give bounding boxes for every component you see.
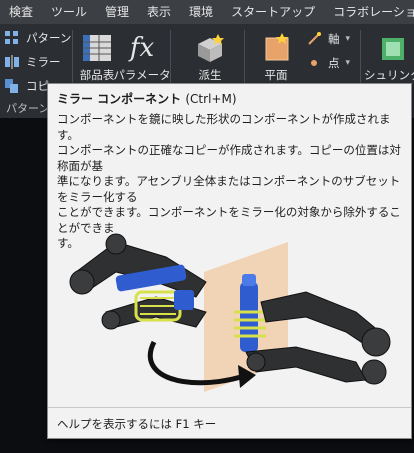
derive-button[interactable]: 派生 xyxy=(188,32,232,83)
mirrored-suspension xyxy=(234,274,391,385)
chevron-down-icon[interactable]: ▾ xyxy=(346,34,351,44)
menu-getstarted[interactable]: スタートアップ xyxy=(222,0,324,24)
tooltip-help-hint: ヘルプを表示するには F1 キー xyxy=(57,417,217,431)
pattern-button[interactable]: パターン xyxy=(4,27,71,49)
copy-icon xyxy=(5,79,18,93)
menu-collaborate[interactable]: コラボレーション xyxy=(324,0,414,24)
work-axis-icon xyxy=(308,32,321,45)
point-label: 点 xyxy=(328,56,340,70)
fx-icon: fx xyxy=(129,33,155,63)
menu-view[interactable]: 表示 xyxy=(138,0,180,24)
point-button[interactable]: 点 ▾ xyxy=(306,52,350,74)
menu-tools[interactable]: ツール xyxy=(42,0,96,24)
bom-label: 部品表 xyxy=(79,68,115,82)
bom-table-icon xyxy=(83,35,111,61)
mirror-component-tooltip: ミラー コンポーネント (Ctrl+M) コンポーネントを鏡に映した形状のコンポ… xyxy=(47,83,412,439)
parameters-label: パラメータ xyxy=(113,68,171,82)
application-window: 検査 ツール 管理 表示 環境 スタートアップ コラボレーション パターン ミラ… xyxy=(0,0,414,453)
tooltip-detail-line: 準になります。アセンブリ全体またはコンポーネントのサブセットをミラー化する xyxy=(57,174,401,204)
tooltip-shortcut: (Ctrl+M) xyxy=(185,92,237,106)
plane-label: 平面 xyxy=(264,68,288,82)
work-plane-icon xyxy=(265,33,289,61)
shrinkwrap-button[interactable]: シュリンクラ xyxy=(364,32,414,83)
tooltip-detail-line: コンポーネントの正確なコピーが作成されます。コピーの位置は対称面が基 xyxy=(57,143,401,173)
tooltip-command-name: ミラー コンポーネント xyxy=(57,92,182,106)
original-suspension xyxy=(69,233,207,330)
mirror-button[interactable]: ミラー xyxy=(4,51,61,73)
plane-button[interactable]: 平面 xyxy=(256,32,296,83)
menu-inspect[interactable]: 検査 xyxy=(0,0,42,24)
mirror-label: ミラー xyxy=(26,55,61,69)
derive-label: 派生 xyxy=(198,68,222,82)
menu-manage[interactable]: 管理 xyxy=(96,0,138,24)
derive-icon xyxy=(198,34,224,62)
mirror-illustration xyxy=(69,233,391,392)
menu-bar: 検査 ツール 管理 表示 環境 スタートアップ コラボレーション xyxy=(0,0,414,24)
pattern-panel-label: パターン xyxy=(6,102,50,115)
mirror-icon xyxy=(5,55,19,69)
work-point-icon xyxy=(311,60,317,66)
axis-label: 軸 xyxy=(328,32,340,46)
axis-button[interactable]: 軸 ▾ xyxy=(306,28,350,50)
shrinkwrap-icon xyxy=(382,38,404,60)
parameters-button[interactable]: fx パラメータ xyxy=(113,32,170,83)
menu-environments[interactable]: 環境 xyxy=(180,0,222,24)
shrinkwrap-label: シュリンクラ xyxy=(364,68,414,82)
pattern-label: パターン xyxy=(26,31,72,45)
bom-button[interactable]: 部品表 xyxy=(76,32,118,83)
tooltip-title: ミラー コンポーネント (Ctrl+M) xyxy=(57,90,237,107)
tooltip-summary: コンポーネントを鏡に映した形状のコンポーネントが作成されます。 xyxy=(57,112,391,142)
tooltip-footer: ヘルプを表示するには F1 キー xyxy=(48,407,411,439)
chevron-down-icon[interactable]: ▾ xyxy=(346,58,351,68)
pattern-icon xyxy=(5,31,18,44)
